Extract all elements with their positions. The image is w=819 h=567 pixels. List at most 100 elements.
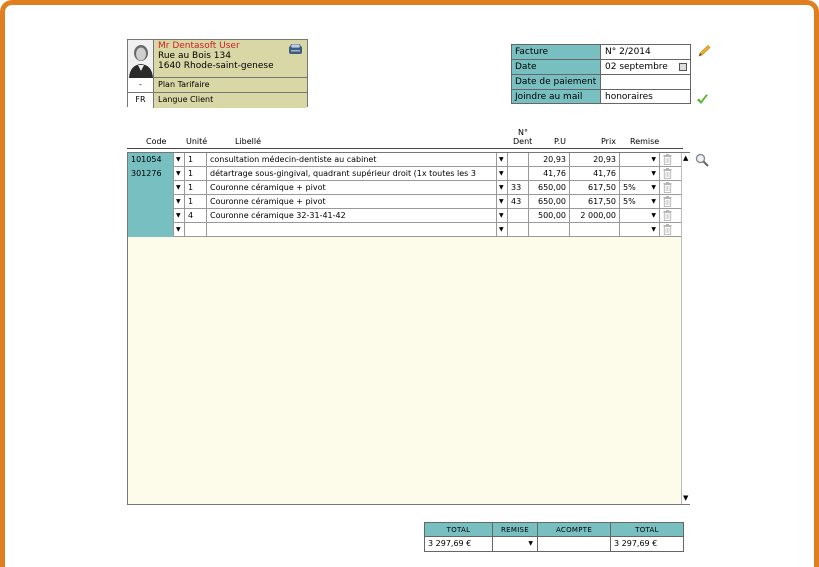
dropdown-arrow-icon[interactable]: ▼ [528,537,533,551]
libelle-cell[interactable]: Couronne céramique + pivot [207,195,497,209]
code-dropdown-arrow-icon[interactable]: ▼ [174,181,185,195]
dent-cell[interactable] [508,167,529,181]
libelle-cell[interactable] [207,223,497,237]
code-cell[interactable] [128,181,174,195]
grid-scrollbar[interactable]: ▲ ▼ [681,153,690,504]
remise-dropdown-arrow-icon[interactable]: ▼ [651,153,656,166]
remise-cell[interactable]: ▼ [620,209,660,223]
table-row[interactable]: ▼ 1 Couronne céramique + pivot ▼ 43 650,00 617… [128,195,681,209]
pu-cell[interactable]: 20,93 [529,153,570,167]
unit-cell-text: 1 [188,183,194,192]
libelle-cell[interactable]: détartrage sous-gingival, quadrant supér… [207,167,497,181]
pu-cell[interactable]: 500,00 [529,209,570,223]
code-dropdown-arrow-icon[interactable]: ▼ [174,209,185,223]
libelle-cell-text: Couronne céramique 32-31-41-42 [210,211,346,220]
dent-cell[interactable]: 43 [508,195,529,209]
pu-cell[interactable] [529,223,570,237]
trash-icon[interactable] [660,209,677,223]
code-dropdown-arrow-icon[interactable]: ▼ [174,153,185,167]
table-row[interactable]: 301276 ▼ 1 détartrage sous-gingival, quadra… [128,167,681,181]
dent-cell[interactable] [508,223,529,237]
code-cell[interactable] [128,209,174,223]
magnifier-icon[interactable] [695,153,709,167]
mail-field[interactable]: honoraires [601,89,691,104]
trash-icon[interactable] [660,181,677,195]
facture-field[interactable]: N° 2/2014 [601,44,691,59]
code-cell[interactable] [128,195,174,209]
remise-dropdown-arrow-icon[interactable]: ▼ [651,195,656,208]
prix-cell-text: 617,50 [588,197,616,206]
unit-cell-text: 1 [188,169,194,178]
libelle-dropdown-arrow-icon[interactable]: ▼ [497,223,508,237]
libelle-dropdown-arrow-icon[interactable]: ▼ [497,209,508,223]
code-cell[interactable] [128,223,174,237]
libelle-dropdown-arrow-icon[interactable]: ▼ [497,181,508,195]
scroll-down-icon[interactable]: ▼ [683,494,688,502]
table-row[interactable]: ▼ 1 Couronne céramique + pivot ▼ 33 650,00 617… [128,181,681,195]
libelle-cell[interactable]: Couronne céramique 32-31-41-42 [207,209,497,223]
card-reader-icon[interactable] [288,43,303,55]
calendar-icon[interactable] [679,63,687,71]
trash-icon[interactable] [660,195,677,209]
code-dropdown-arrow-icon[interactable]: ▼ [174,167,185,181]
date-field[interactable]: 02 septembre [601,59,691,74]
pencil-icon[interactable] [697,45,711,57]
libelle-cell-text: Couronne céramique + pivot [210,197,326,206]
acompte-field[interactable] [537,537,610,552]
unit-cell[interactable]: 1 [185,167,207,181]
prix-cell: 20,93 [570,153,620,167]
dent-cell[interactable] [508,153,529,167]
table-row[interactable]: ▼ 4 Couronne céramique 32-31-41-42 ▼ 500,00 2… [128,209,681,223]
unit-cell[interactable]: 1 [185,181,207,195]
trash-icon[interactable] [660,167,677,181]
prix-cell-text: 2 000,00 [580,211,616,220]
remise-select[interactable]: ▼ [492,537,537,552]
libelle-cell[interactable]: consultation médecin-dentiste au cabinet [207,153,497,167]
libelle-dropdown-arrow-icon[interactable]: ▼ [497,195,508,209]
libelle-dropdown-arrow-icon[interactable]: ▼ [497,167,508,181]
code-cell[interactable]: 301276 [128,167,174,181]
paydate-field[interactable] [601,74,691,89]
trash-icon[interactable] [660,153,677,167]
remise-cell[interactable]: ▼ [620,153,660,167]
table-row[interactable]: 101054 ▼ 1 consultation médecin-dentiste au… [128,153,681,167]
col-header-pu: P.U [554,137,566,146]
pu-cell[interactable]: 650,00 [529,195,570,209]
dent-cell[interactable]: 33 [508,181,529,195]
code-dropdown-arrow-icon[interactable]: ▼ [174,223,185,237]
code-cell[interactable]: 101054 [128,153,174,167]
trash-icon[interactable] [660,223,677,237]
patient-name[interactable]: Mr Dentasoft User [158,41,240,51]
plan-tarifaire-row[interactable]: - Plan Tarifaire [128,78,307,93]
langue-client-row[interactable]: FR Langue Client [128,93,307,108]
libelle-cell[interactable]: Couronne céramique + pivot [207,181,497,195]
pu-cell[interactable]: 650,00 [529,181,570,195]
scroll-up-icon[interactable]: ▲ [683,154,688,162]
remise-cell[interactable]: ▼ [620,167,660,181]
col-header-remise: Remise [630,137,660,146]
code-dropdown-arrow-icon[interactable]: ▼ [174,195,185,209]
unit-cell[interactable]: 1 [185,195,207,209]
remise-cell[interactable]: ▼ [620,223,660,237]
remise-dropdown-arrow-icon[interactable]: ▼ [651,223,656,236]
pu-cell-text: 20,93 [543,155,566,164]
totals-header-total2: TOTAL [610,522,684,537]
col-header-unit: Unité [186,137,208,146]
unit-cell[interactable]: 4 [185,209,207,223]
pu-cell[interactable]: 41,76 [529,167,570,181]
remise-dropdown-arrow-icon[interactable]: ▼ [651,181,656,194]
unit-cell[interactable]: 1 [185,153,207,167]
remise-cell-text: 5% [623,197,636,206]
dent-cell-text: 33 [511,183,522,192]
remise-cell[interactable]: 5% ▼ [620,181,660,195]
libelle-dropdown-arrow-icon[interactable]: ▼ [497,153,508,167]
unit-cell[interactable] [185,223,207,237]
dent-cell[interactable] [508,209,529,223]
check-icon[interactable] [696,94,709,105]
prix-cell-text: 617,50 [588,183,616,192]
remise-dropdown-arrow-icon[interactable]: ▼ [651,167,656,180]
remise-dropdown-arrow-icon[interactable]: ▼ [651,209,656,222]
facture-label: Facture [511,44,601,59]
table-row[interactable]: ▼ ▼ ▼ [128,223,681,237]
remise-cell[interactable]: 5% ▼ [620,195,660,209]
